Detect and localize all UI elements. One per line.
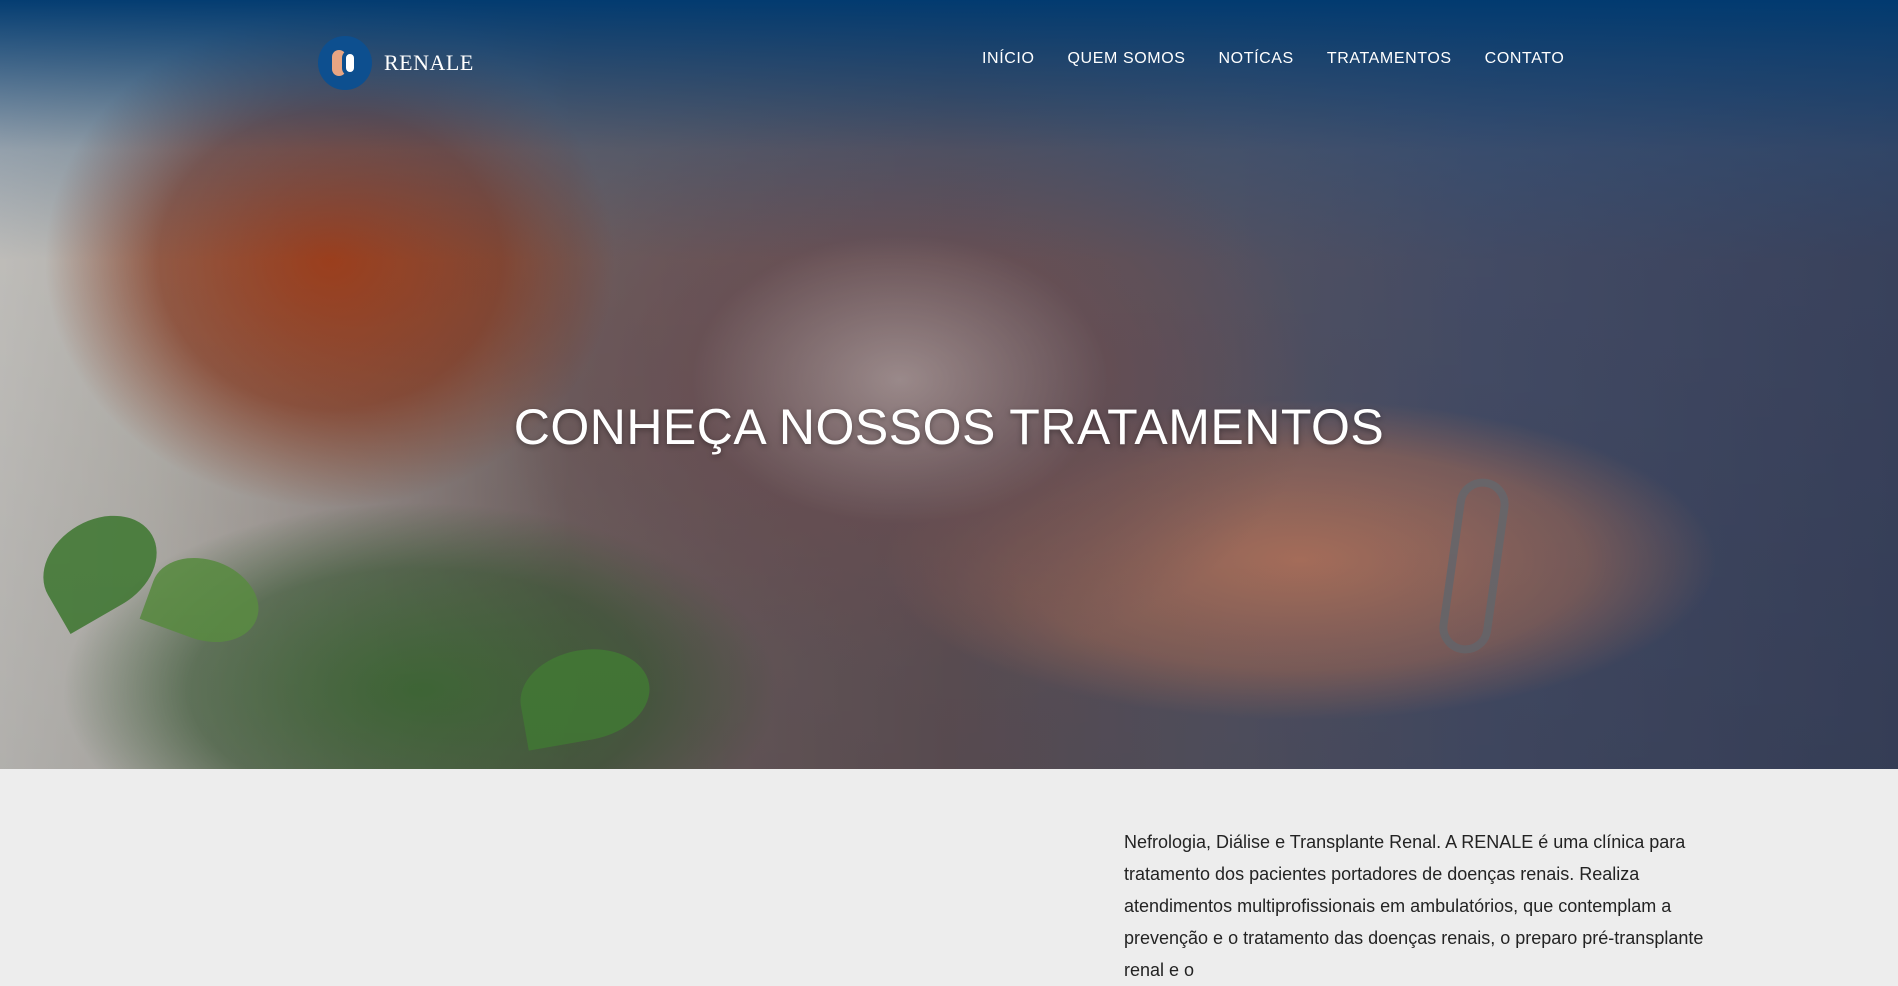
brand-logo[interactable]: RENALE [318,36,474,90]
intro-section: Nefrologia, Diálise e Transplante Renal.… [1124,826,1724,986]
nav-link-tratamentos[interactable]: TRATAMENTOS [1327,50,1452,68]
intro-paragraph: Nefrologia, Diálise e Transplante Renal.… [1124,832,1704,980]
top-navigation: RENALE INÍCIO QUEM SOMOS NOTÍCAS TRATAME… [0,0,1898,120]
kidney-logo-icon [318,36,372,90]
hero-title: CONHEÇA NOSSOS TRATAMENTOS [513,399,1385,455]
nav-link-quem-somos[interactable]: QUEM SOMOS [1068,50,1186,68]
nav-link-noticias[interactable]: NOTÍCAS [1219,50,1294,68]
main-menu: INÍCIO QUEM SOMOS NOTÍCAS TRATAMENTOS CO… [982,50,1564,68]
brand-name: RENALE [384,50,474,75]
nav-link-contato[interactable]: CONTATO [1485,50,1565,68]
nav-link-inicio[interactable]: INÍCIO [982,50,1035,68]
